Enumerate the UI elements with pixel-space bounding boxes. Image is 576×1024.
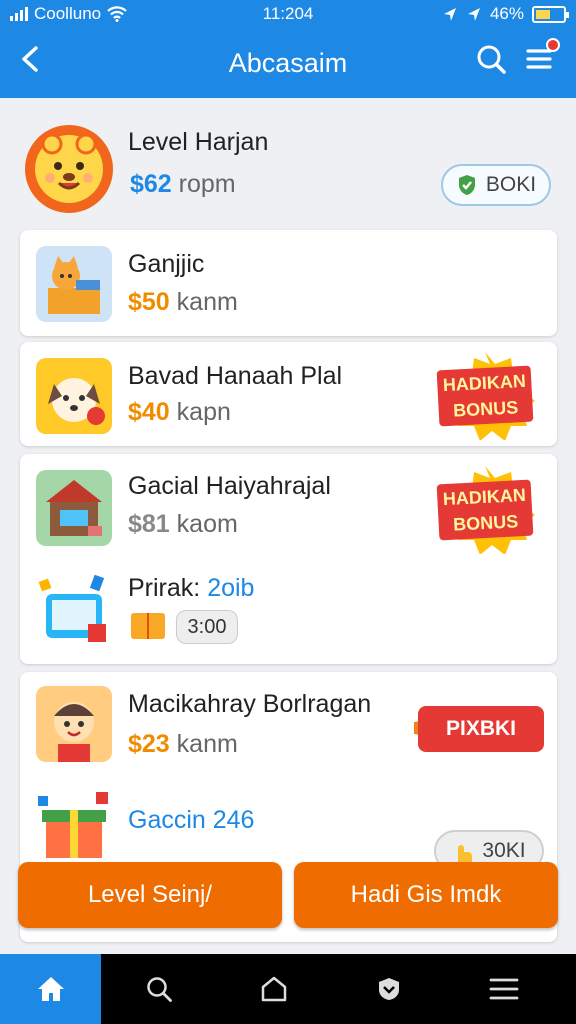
item-price-amount: $50 (128, 288, 170, 316)
notification-dot (546, 38, 560, 52)
list-item[interactable]: Bavad Hanaah Plal $40 kapn HADIKAN BONUS (20, 342, 557, 446)
content-area: Level Harjan $62 ropm BOKI Ganjjic $50 k… (0, 98, 576, 954)
bottom-navigation (0, 954, 576, 1024)
nav-home[interactable] (0, 954, 101, 1024)
item-price-amount: $81 (128, 510, 170, 538)
nav-shield[interactable] (331, 954, 446, 1024)
bonus-badge[interactable]: HADIKAN BONUS (430, 464, 540, 554)
location-icon (443, 8, 456, 21)
bonus-label: HADIKAN BONUS (436, 365, 534, 427)
bonus-badge[interactable]: HADIKAN BONUS (430, 350, 540, 440)
item-name-text: Prirak: (128, 574, 201, 602)
shield-icon (378, 978, 399, 1000)
item-name: Gacial Haiyahrajal (128, 472, 331, 500)
nav-search[interactable] (101, 954, 216, 1024)
profile-badge-button[interactable]: BOKI (441, 164, 551, 206)
hand-pointer-icon (458, 845, 473, 862)
item-price: $81 kaom (128, 510, 238, 539)
profile-price: $62 ropm (130, 170, 236, 199)
item-name: Ganjjic (128, 250, 205, 278)
page-title: Abcasaim (228, 47, 348, 78)
puppy-image (36, 358, 112, 434)
list-item[interactable]: Gacial Haiyahrajal $81 kaom HADIKAN BONUS… (20, 454, 557, 664)
profile-row: Level Harjan $62 ropm BOKI (0, 98, 576, 228)
app-header: Coolluno 11:204 46% Abcasaim (0, 0, 576, 98)
navigation-bar: Abcasaim (0, 28, 576, 98)
item-price-unit: kaom (176, 510, 238, 538)
item-price-unit: kanm (176, 288, 238, 316)
profile-price-amount: $62 (130, 170, 172, 198)
search-button[interactable] (474, 42, 508, 76)
status-bar: Coolluno 11:204 46% (0, 0, 576, 28)
shop-image (36, 470, 112, 546)
gift-button[interactable]: Hadi Gis Imdk (294, 862, 558, 928)
bonus-line-2: BONUS (452, 511, 519, 535)
item-name-accent: 2oib (207, 574, 255, 602)
tablet-gift-image (38, 574, 106, 642)
search-icon (146, 977, 172, 1002)
cat-box-image (36, 246, 112, 322)
menu-button[interactable] (522, 38, 560, 76)
home-icon (37, 977, 64, 1001)
level-button[interactable]: Level Seinj/ (18, 862, 282, 928)
house-outline-icon (261, 976, 287, 1002)
item-price-unit: kanm (176, 730, 238, 758)
shield-check-icon (458, 175, 475, 195)
item-price-amount: $23 (128, 730, 170, 758)
kid-avatar-image (36, 686, 112, 762)
battery-icon (532, 5, 569, 23)
item-price: $23 kanm (128, 730, 238, 759)
battery-percent: 46% (489, 4, 524, 23)
profile-price-unit: ropm (178, 170, 236, 198)
profile-name: Level Harjan (128, 128, 269, 156)
bonus-line-2: BONUS (452, 397, 519, 421)
item-action-button[interactable]: PIXBKI (418, 706, 544, 752)
bonus-label: HADIKAN BONUS (436, 479, 534, 541)
item-name: Bavad Hanaah Plal (128, 362, 343, 390)
back-button[interactable] (14, 42, 48, 76)
item-name: Macikahray Borlragan (128, 690, 372, 718)
hamburger-icon (489, 978, 519, 1000)
item-price: $50 kanm (128, 288, 238, 317)
quantity-field[interactable]: 3:00 (176, 610, 238, 644)
item-price-amount: $40 (128, 398, 170, 426)
item-secondary-label: 30KI (482, 839, 526, 862)
profile-badge-label: BOKI (485, 173, 537, 196)
box-icon (131, 613, 165, 639)
location-arrow-icon (467, 8, 480, 21)
item-price-unit: kapn (176, 398, 231, 426)
item-name-accent: Gaccin 246 (128, 806, 255, 834)
item-name: Prirak: 2oib (128, 574, 254, 603)
list-item[interactable]: Ganjjic $50 kanm (20, 230, 557, 336)
gift-box-image (38, 792, 108, 858)
nav-menu[interactable] (447, 954, 562, 1024)
lion-avatar (25, 125, 113, 213)
nav-house[interactable] (216, 954, 331, 1024)
item-price: $40 kapn (128, 398, 231, 427)
